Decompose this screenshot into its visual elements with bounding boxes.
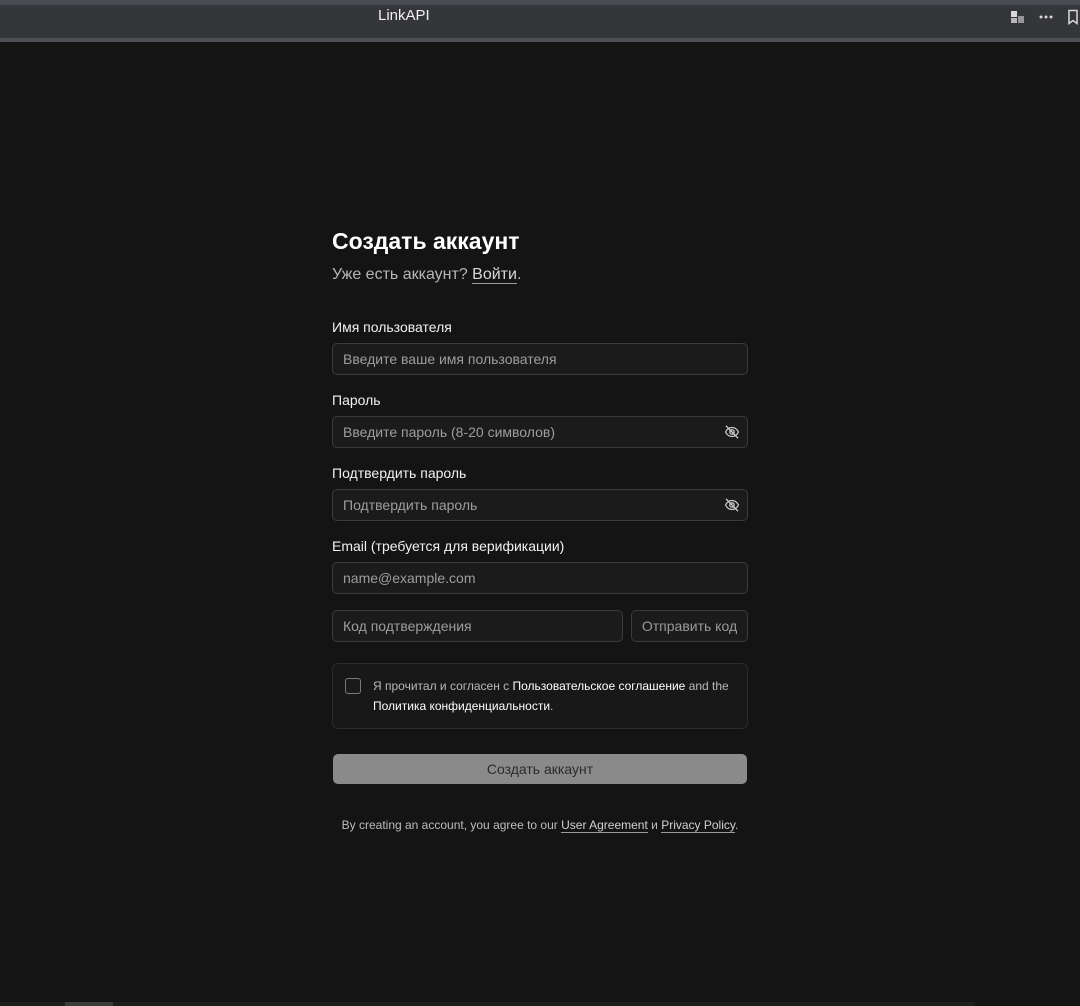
agreement-box: Я прочитал и согласен с Пользовательское… [332,663,748,729]
email-label: Email (требуется для верификации) [332,538,565,554]
password-field-box [332,416,748,448]
confirm-password-input[interactable] [333,490,747,520]
window-title: LinkAPI [378,7,430,24]
title-bar [0,0,1080,42]
verification-code-input[interactable] [333,611,622,641]
eye-off-icon[interactable] [724,497,740,513]
terms-suffix: . [735,818,739,832]
user-agreement-link[interactable]: Пользовательское соглашение [513,679,686,693]
eye-off-icon[interactable] [724,424,740,440]
signup-form: Создать аккаунт Уже есть аккаунт? Войти.… [332,226,748,834]
password-input[interactable] [333,417,747,447]
username-input[interactable] [333,344,747,374]
privacy-policy-link[interactable]: Политика конфиденциальности [373,699,550,713]
footer-privacy-policy-link[interactable]: Privacy Policy [661,818,735,833]
password-label: Пароль [332,392,381,408]
agreement-text: Я прочитал и согласен с Пользовательское… [373,676,743,716]
bookmark-icon[interactable] [1064,8,1080,26]
page-title: Создать аккаунт [332,228,520,254]
email-input[interactable] [333,563,747,593]
code-field-box [332,610,623,642]
footer-user-agreement-link[interactable]: User Agreement [561,818,648,833]
username-label: Имя пользователя [332,319,452,335]
agreement-suffix: . [550,699,554,713]
login-prompt: Уже есть аккаунт? Войти. [332,264,748,286]
confirm-password-label: Подтвердить пароль [332,465,467,481]
terms-conjunction: и [647,818,662,832]
create-account-button[interactable]: Создать аккаунт [333,754,747,784]
login-prompt-suffix: . [516,266,522,283]
horizontal-scrollbar-thumb[interactable] [65,1002,113,1006]
agreement-prefix: Я прочитал и согласен с [373,679,513,693]
agreement-conjunction: and the [685,679,729,693]
extensions-icon[interactable] [1009,8,1027,26]
verification-code-row: Отправить код [332,610,748,642]
terms-prefix: By creating an account, you agree to our [341,818,562,832]
terms-note: By creating an account, you agree to our… [332,816,748,834]
send-code-button[interactable]: Отправить код [631,610,748,642]
title-bar-divider [0,38,1080,42]
login-link[interactable]: Войти [472,266,517,284]
agreement-checkbox[interactable] [345,678,361,694]
confirm-password-field-box [332,489,748,521]
horizontal-scrollbar-track[interactable] [0,1002,975,1006]
login-prompt-text: Уже есть аккаунт? [332,266,468,283]
username-field-box [332,343,748,375]
email-field-box [332,562,748,594]
more-icon[interactable] [1037,8,1055,26]
